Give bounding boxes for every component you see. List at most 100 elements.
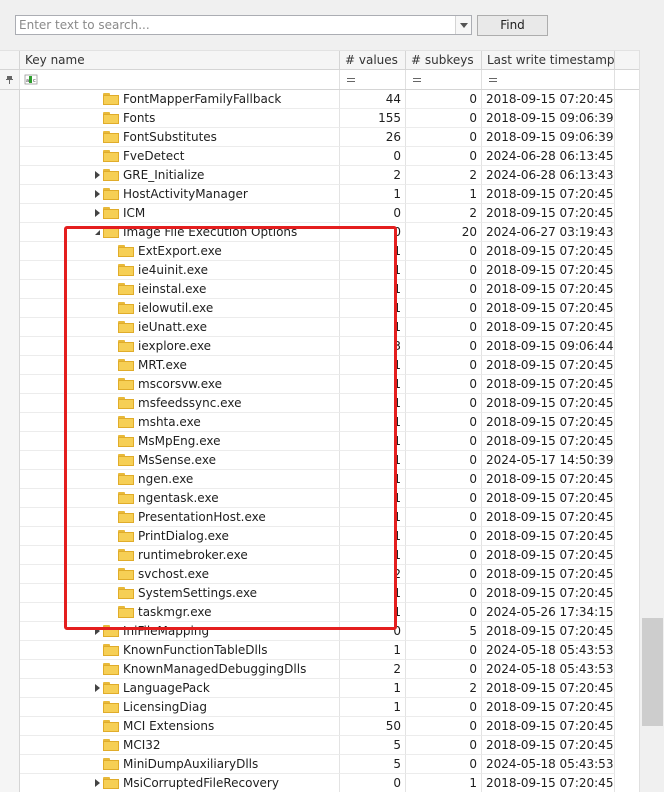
key-name-cell[interactable]: mshta.exe bbox=[20, 413, 340, 432]
table-row[interactable]: KnownManagedDebuggingDlls 2 0 2024-05-18 05… bbox=[0, 660, 639, 679]
table-row[interactable]: FontMapperFamilyFallback 44 0 2018-09-15 07… bbox=[0, 90, 639, 109]
table-row[interactable]: MsSense.exe 1 0 2024-05-17 14:50:39 bbox=[0, 451, 639, 470]
key-name-cell[interactable]: MsMpEng.exe bbox=[20, 432, 340, 451]
table-row[interactable]: mscorsvw.exe 1 0 2018-09-15 07:20:45 bbox=[0, 375, 639, 394]
expand-arrow-icon[interactable] bbox=[95, 779, 100, 787]
table-row[interactable]: ieUnatt.exe 1 0 2018-09-15 07:20:45 bbox=[0, 318, 639, 337]
table-row[interactable]: svchost.exe 2 0 2018-09-15 07:20:45 bbox=[0, 565, 639, 584]
key-name-cell[interactable]: ie4uinit.exe bbox=[20, 261, 340, 280]
subkeys-cell: 0 bbox=[406, 280, 482, 299]
key-name-cell[interactable]: svchost.exe bbox=[20, 565, 340, 584]
expand-arrow-icon[interactable] bbox=[95, 190, 100, 198]
key-name-cell[interactable]: ExtExport.exe bbox=[20, 242, 340, 261]
key-name-cell[interactable]: ngentask.exe bbox=[20, 489, 340, 508]
key-name-cell[interactable]: PrintDialog.exe bbox=[20, 527, 340, 546]
key-name-cell[interactable]: ieUnatt.exe bbox=[20, 318, 340, 337]
key-name-cell[interactable]: PresentationHost.exe bbox=[20, 508, 340, 527]
table-row[interactable]: MiniDumpAuxiliaryDlls 5 0 2024-05-18 05:43:… bbox=[0, 755, 639, 774]
vertical-scrollbar[interactable] bbox=[639, 50, 664, 792]
key-name-cell[interactable]: SystemSettings.exe bbox=[20, 584, 340, 603]
key-name-cell[interactable]: LanguagePack bbox=[20, 679, 340, 698]
table-row[interactable]: PrintDialog.exe 1 0 2018-09-15 07:20:45 bbox=[0, 527, 639, 546]
table-row[interactable]: MCI32 5 0 2018-09-15 07:20:45 bbox=[0, 736, 639, 755]
table-row[interactable]: LanguagePack 1 2 2018-09-15 07:20:45 bbox=[0, 679, 639, 698]
column-header-values[interactable]: # values bbox=[340, 51, 406, 70]
table-row[interactable]: ICM 0 2 2018-09-15 07:20:45 bbox=[0, 204, 639, 223]
key-name-cell[interactable]: MRT.exe bbox=[20, 356, 340, 375]
table-row[interactable]: SystemSettings.exe 1 0 2018-09-15 07:20:45 bbox=[0, 584, 639, 603]
table-row[interactable]: ie4uinit.exe 1 0 2018-09-15 07:20:45 bbox=[0, 261, 639, 280]
key-name-cell[interactable]: MsiCorruptedFileRecovery bbox=[20, 774, 340, 792]
key-name-cell[interactable]: ielowutil.exe bbox=[20, 299, 340, 318]
column-header-subkeys[interactable]: # subkeys bbox=[406, 51, 482, 70]
table-row[interactable]: PresentationHost.exe 1 0 2018-09-15 07:20:4… bbox=[0, 508, 639, 527]
key-name-cell[interactable]: MCI32 bbox=[20, 736, 340, 755]
table-row[interactable]: MCI Extensions 50 0 2018-09-15 07:20:45 bbox=[0, 717, 639, 736]
table-row[interactable]: iexplore.exe 3 0 2018-09-15 09:06:44 bbox=[0, 337, 639, 356]
expand-arrow-icon[interactable] bbox=[95, 627, 100, 635]
key-name-cell[interactable]: iexplore.exe bbox=[20, 337, 340, 356]
find-button[interactable]: Find bbox=[477, 15, 548, 36]
key-name-cell[interactable]: FontMapperFamilyFallback bbox=[20, 90, 340, 109]
key-name-cell[interactable]: KnownFunctionTableDlls bbox=[20, 641, 340, 660]
key-name-cell[interactable]: msfeedssync.exe bbox=[20, 394, 340, 413]
table-row[interactable]: Fonts 155 0 2018-09-15 09:06:39 bbox=[0, 109, 639, 128]
table-row[interactable]: msfeedssync.exe 1 0 2018-09-15 07:20:45 bbox=[0, 394, 639, 413]
expand-arrow-icon[interactable] bbox=[95, 209, 100, 217]
table-row[interactable]: mshta.exe 1 0 2018-09-15 07:20:45 bbox=[0, 413, 639, 432]
search-dropdown-button[interactable] bbox=[455, 16, 471, 34]
scrollbar-thumb[interactable] bbox=[642, 618, 663, 726]
key-name-cell[interactable]: LicensingDiag bbox=[20, 698, 340, 717]
key-name-cell[interactable]: KnownManagedDebuggingDlls bbox=[20, 660, 340, 679]
subkeys-filter-cell[interactable] bbox=[406, 70, 482, 89]
key-name-cell[interactable]: ICM bbox=[20, 204, 340, 223]
table-row[interactable]: KnownFunctionTableDlls 1 0 2024-05-18 05:43… bbox=[0, 641, 639, 660]
key-name-cell[interactable]: MCI Extensions bbox=[20, 717, 340, 736]
column-header-timestamp[interactable]: Last write timestamp bbox=[482, 51, 615, 70]
table-row[interactable]: ExtExport.exe 1 0 2018-09-15 07:20:45 bbox=[0, 242, 639, 261]
table-row[interactable]: HostActivityManager 1 1 2018-09-15 07:20:45 bbox=[0, 185, 639, 204]
values-filter-cell[interactable] bbox=[340, 70, 406, 89]
key-name-cell[interactable]: taskmgr.exe bbox=[20, 603, 340, 622]
key-name-cell[interactable]: MsSense.exe bbox=[20, 451, 340, 470]
table-row[interactable]: runtimebroker.exe 1 0 2018-09-15 07:20:45 bbox=[0, 546, 639, 565]
table-row[interactable]: FveDetect 0 0 2024-06-28 06:13:45 bbox=[0, 147, 639, 166]
timestamp-cell: 2018-09-15 07:20:45 bbox=[482, 527, 615, 546]
column-header-key-name[interactable]: Key name bbox=[20, 51, 340, 70]
values-cell: 0 bbox=[340, 774, 406, 792]
search-input[interactable] bbox=[17, 17, 457, 33]
search-combobox[interactable] bbox=[15, 15, 472, 35]
timestamp-cell: 2018-09-15 07:20:45 bbox=[482, 318, 615, 337]
table-row[interactable]: GRE_Initialize 2 2 2024-06-28 06:13:43 bbox=[0, 166, 639, 185]
expand-arrow-icon[interactable] bbox=[95, 171, 100, 179]
timestamp-filter-cell[interactable] bbox=[482, 70, 615, 89]
key-name-cell[interactable]: GRE_Initialize bbox=[20, 166, 340, 185]
row-indicator bbox=[0, 717, 20, 736]
table-row[interactable]: MRT.exe 1 0 2018-09-15 07:20:45 bbox=[0, 356, 639, 375]
key-name-cell[interactable]: FveDetect bbox=[20, 147, 340, 166]
table-row[interactable]: FontSubstitutes 26 0 2018-09-15 09:06:39 bbox=[0, 128, 639, 147]
table-row[interactable]: LicensingDiag 1 0 2018-09-15 07:20:45 bbox=[0, 698, 639, 717]
key-name-cell[interactable]: ieinstal.exe bbox=[20, 280, 340, 299]
table-row[interactable]: taskmgr.exe 1 0 2024-05-26 17:34:15 bbox=[0, 603, 639, 622]
key-name-cell[interactable]: Fonts bbox=[20, 109, 340, 128]
table-row[interactable]: ieinstal.exe 1 0 2018-09-15 07:20:45 bbox=[0, 280, 639, 299]
key-name-cell[interactable]: Image File Execution Options bbox=[20, 223, 340, 242]
table-row[interactable]: MsiCorruptedFileRecovery 0 1 2018-09-15 07:… bbox=[0, 774, 639, 792]
key-name-cell[interactable]: runtimebroker.exe bbox=[20, 546, 340, 565]
table-row[interactable]: ngen.exe 1 0 2018-09-15 07:20:45 bbox=[0, 470, 639, 489]
key-name-cell[interactable]: IniFileMapping bbox=[20, 622, 340, 641]
key-name-cell[interactable]: ngen.exe bbox=[20, 470, 340, 489]
key-name-cell[interactable]: MiniDumpAuxiliaryDlls bbox=[20, 755, 340, 774]
table-row[interactable]: ngentask.exe 1 0 2018-09-15 07:20:45 bbox=[0, 489, 639, 508]
key-name-cell[interactable]: HostActivityManager bbox=[20, 185, 340, 204]
table-row[interactable]: IniFileMapping 0 5 2018-09-15 07:20:45 bbox=[0, 622, 639, 641]
key-name-filter-cell[interactable]: ac bbox=[20, 70, 340, 89]
table-row[interactable]: MsMpEng.exe 1 0 2018-09-15 07:20:45 bbox=[0, 432, 639, 451]
table-row[interactable]: Image File Execution Options 0 20 2024-06-2… bbox=[0, 223, 639, 242]
key-name-cell[interactable]: mscorsvw.exe bbox=[20, 375, 340, 394]
key-name-cell[interactable]: FontSubstitutes bbox=[20, 128, 340, 147]
expand-arrow-icon[interactable] bbox=[95, 684, 100, 692]
collapse-arrow-icon[interactable] bbox=[95, 230, 100, 235]
table-row[interactable]: ielowutil.exe 1 0 2018-09-15 07:20:45 bbox=[0, 299, 639, 318]
